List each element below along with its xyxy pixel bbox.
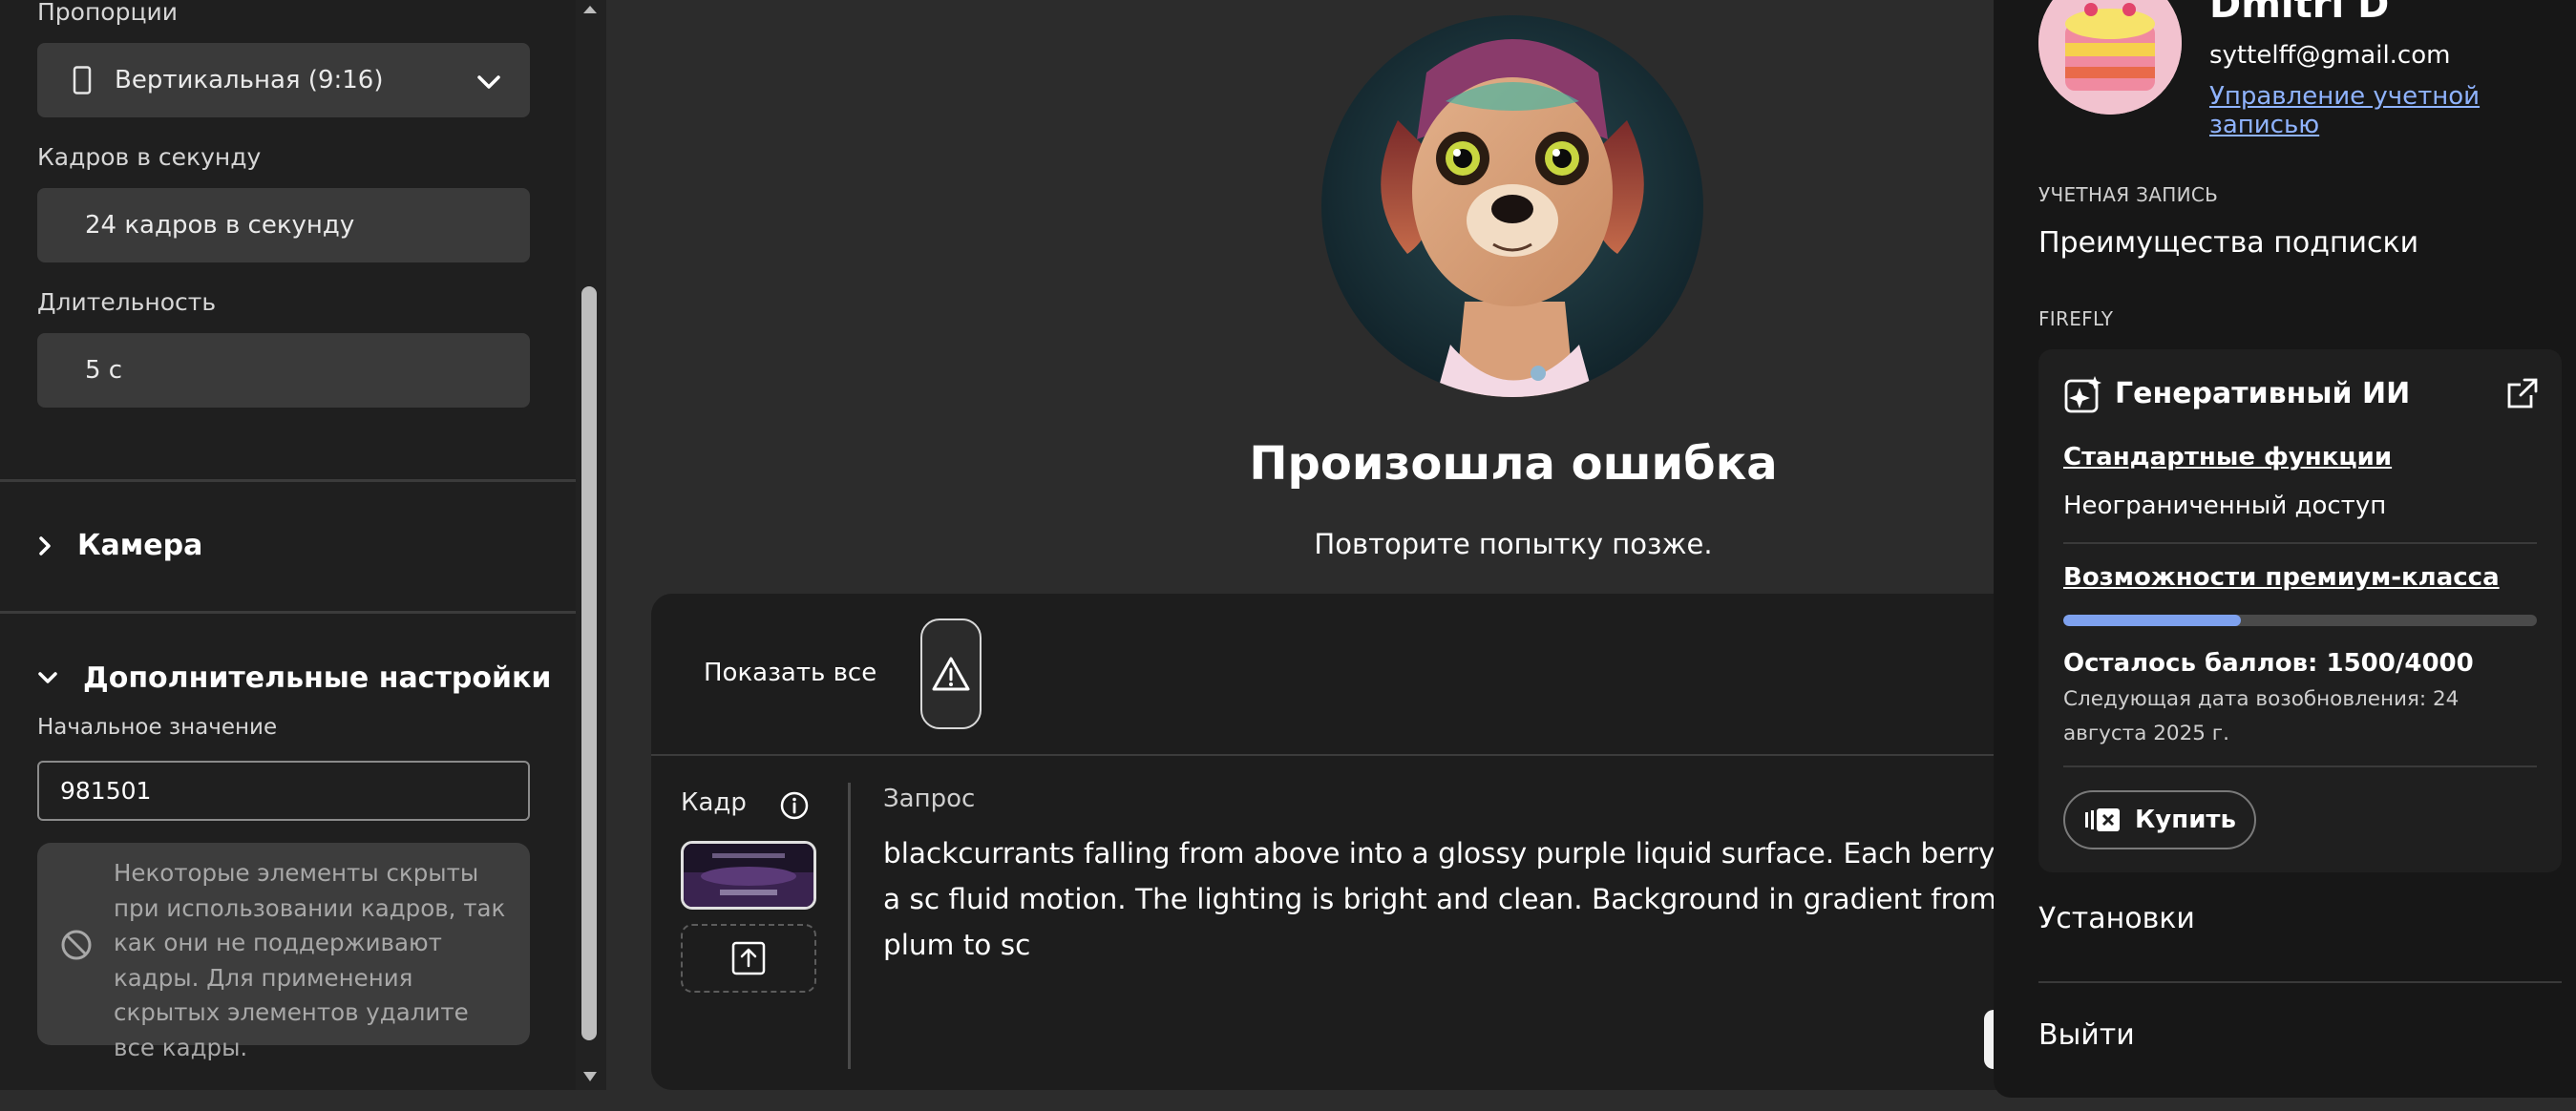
- manage-account-link[interactable]: Управление учетной записью: [2209, 82, 2576, 139]
- buy-label: Купить: [2135, 806, 2236, 834]
- frame-label: Кадр: [681, 788, 747, 817]
- chevron-down-icon: [476, 70, 501, 98]
- settings-link[interactable]: Установки: [2038, 902, 2195, 935]
- prompt-label: Запрос: [883, 785, 976, 813]
- logout-link[interactable]: Выйти: [2038, 1018, 2135, 1052]
- gen-ai-title: Генеративный ИИ: [2115, 377, 2411, 410]
- hidden-elements-notice: Некоторые элементы скрыты при использова…: [37, 843, 530, 1061]
- fps-value: 24 кадров в секунду: [85, 211, 355, 240]
- external-link-icon[interactable]: [2505, 376, 2540, 414]
- subscription-benefits-link[interactable]: Преимущества подписки: [2038, 226, 2418, 260]
- advanced-section-title: Дополнительные настройки: [83, 661, 552, 695]
- warning-button[interactable]: [920, 618, 982, 729]
- avatar: [2038, 0, 2182, 115]
- duration-value: 5 с: [85, 356, 123, 385]
- error-subtitle: Повторите попытку позже.: [1314, 528, 1713, 560]
- renewal-date: Следующая дата возобновления: 24 августа…: [2063, 687, 2460, 745]
- buy-button[interactable]: Купить: [2063, 790, 2256, 849]
- credits-progress-bar: [2063, 615, 2537, 626]
- standard-features-link[interactable]: Стандартные функции: [2063, 443, 2392, 472]
- unlimited-access-text: Неограниченный доступ: [2063, 492, 2387, 520]
- duration-label: Длительность: [37, 288, 217, 316]
- prompt-card: Показать все Кадр Запрос blackcurrants f…: [651, 594, 2141, 1090]
- advanced-section-header[interactable]: Дополнительные настройки: [37, 661, 551, 695]
- scroll-down-arrow-icon[interactable]: [581, 1069, 599, 1087]
- aspect-label: Пропорции: [37, 0, 178, 26]
- credits-progress-fill: [2063, 615, 2241, 626]
- seed-input[interactable]: [37, 761, 530, 821]
- credits-icon: [2083, 807, 2135, 833]
- account-flyout: Dmitri D syttelff@gmail.com Управление у…: [1994, 0, 2576, 1098]
- camera-section-header[interactable]: Камера: [37, 529, 202, 562]
- divider: [848, 783, 851, 1069]
- aspect-value: Вертикальная (9:16): [115, 66, 384, 94]
- duration-select[interactable]: 5 с: [37, 333, 530, 408]
- premium-features-link[interactable]: Возможности премиум-класса: [2063, 563, 2500, 592]
- fps-label: Кадров в секунду: [37, 143, 262, 171]
- divider: [651, 754, 2141, 756]
- divider: [2063, 542, 2537, 544]
- scroll-up-arrow-icon[interactable]: [581, 0, 599, 18]
- error-illustration: [1321, 15, 1703, 397]
- settings-panel: Пропорции Вертикальная (9:16) Кадров в с…: [0, 0, 576, 1090]
- seed-label: Начальное значение: [37, 715, 278, 740]
- no-entry-icon: [60, 929, 93, 965]
- fps-select[interactable]: 24 кадров в секунду: [37, 188, 530, 262]
- error-title: Произошла ошибка: [1249, 437, 1778, 491]
- divider: [2038, 981, 2562, 983]
- chevron-down-icon: [37, 671, 83, 686]
- divider: [0, 611, 576, 614]
- notice-text: Некоторые элементы скрыты при использова…: [114, 859, 506, 1061]
- sparkle-icon: [2063, 374, 2105, 420]
- user-name: Dmitri D: [2209, 0, 2390, 27]
- frame-thumbnail[interactable]: [681, 841, 816, 910]
- chevron-right-icon: [37, 535, 77, 557]
- divider: [0, 479, 576, 482]
- aspect-select[interactable]: Вертикальная (9:16): [37, 43, 530, 117]
- user-email: syttelff@gmail.com: [2209, 41, 2451, 70]
- prompt-textarea[interactable]: blackcurrants falling from above into a …: [883, 830, 2124, 968]
- upload-icon: [730, 940, 767, 976]
- info-icon[interactable]: [779, 790, 810, 825]
- generative-ai-card: Генеративный ИИ Стандартные функции Неог…: [2038, 349, 2562, 872]
- firefly-caption: FIREFLY: [2038, 307, 2114, 330]
- divider: [2063, 765, 2537, 767]
- show-all-button[interactable]: Показать все: [704, 659, 876, 687]
- account-caption: УЧЕТНАЯ ЗАПИСЬ: [2038, 183, 2219, 206]
- camera-section-title: Камера: [77, 529, 203, 562]
- portrait-aspect-icon: [73, 66, 92, 94]
- points-left: Осталось баллов: 1500/4000: [2063, 649, 2474, 678]
- upload-frame-button[interactable]: [681, 924, 816, 993]
- warning-icon: [930, 655, 972, 693]
- scrollbar-thumb[interactable]: [581, 286, 597, 1040]
